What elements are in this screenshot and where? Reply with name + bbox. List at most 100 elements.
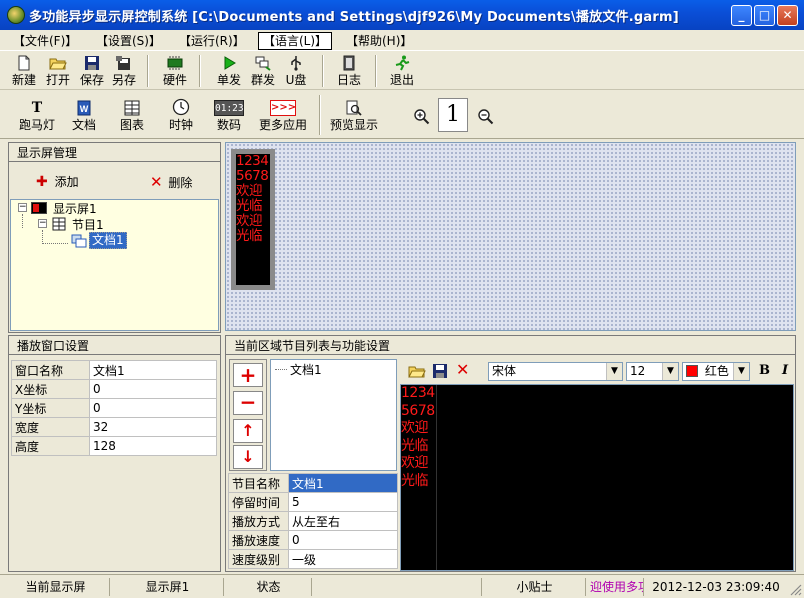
app-icon[interactable] (7, 6, 25, 24)
clock-button[interactable]: 时钟 (164, 98, 198, 133)
minimize-button[interactable]: _ (731, 5, 752, 26)
exit-running-icon (395, 55, 410, 71)
add-program-button[interactable]: + (233, 363, 263, 387)
hardware-button[interactable]: 硬件 (158, 55, 192, 88)
toolbar-separator (375, 55, 377, 87)
usb-button[interactable]: U盘 (281, 55, 311, 88)
single-send-button[interactable]: 单发 (213, 55, 245, 88)
menu-run[interactable]: 【运行(R)】 (175, 32, 249, 50)
more-apps-button[interactable]: >>> 更多应用 (255, 100, 311, 133)
document-button[interactable]: W 文档 (68, 100, 100, 133)
color-swatch (686, 365, 698, 377)
save-button[interactable]: 保存 (76, 55, 108, 88)
move-up-button[interactable]: ↑ (233, 419, 263, 443)
tree-line (42, 243, 68, 244)
zoom-in-icon[interactable] (413, 108, 431, 126)
open-button[interactable]: 打开 (42, 55, 74, 88)
status-label: 状态 (226, 578, 312, 596)
group-send-icon (255, 56, 271, 71)
play-mode-field[interactable]: 从左至右 (288, 511, 398, 531)
stay-time-field[interactable]: 5 (288, 492, 398, 512)
program-props-table: 节目名称 文档1 停留时间 5 播放方式 从左至右 播放速度 0 速度级别 一级 (228, 473, 398, 569)
font-select[interactable]: 宋体 ▼ (488, 362, 623, 381)
saveas-label: 另存 (111, 73, 136, 87)
table-row: 窗口名称 文档1 (11, 360, 217, 380)
minus-icon: − (239, 390, 257, 414)
save-disk-icon (85, 56, 99, 70)
log-label: 日志 (336, 73, 361, 87)
title-bar[interactable]: 多功能异步显示屏控制系统 [C:\Documents and Settings\… (0, 0, 804, 30)
move-down-button[interactable]: ↓ (233, 445, 263, 469)
chevron-down-icon: ▼ (733, 363, 749, 380)
preview-line: 欢迎 (236, 213, 263, 229)
speed-level-field[interactable]: 一级 (288, 549, 398, 569)
table-row: 高度 128 (11, 436, 217, 456)
resize-grip-icon[interactable] (789, 583, 802, 596)
italic-button[interactable]: I (782, 363, 788, 378)
tree-collapse-toggle[interactable]: − (38, 219, 47, 228)
saveas-button[interactable]: 另存 (108, 55, 140, 88)
open-folder-icon (49, 58, 67, 70)
program-table-icon (52, 217, 66, 231)
play-speed-field[interactable]: 0 (288, 530, 398, 550)
program-list-header: 当前区域节目列表与功能设置 (225, 335, 796, 355)
window-name-field[interactable]: 文档1 (89, 360, 217, 380)
tree-program-label[interactable]: 节目1 (72, 216, 104, 233)
screen-tree[interactable]: − 显示屏1 − 节目1 文档1 (10, 199, 219, 331)
prop-key: 停留时间 (228, 492, 289, 512)
marquee-button[interactable]: T 跑马灯 (14, 100, 60, 133)
preview-line: 光临 (236, 228, 263, 244)
x-coord-field[interactable]: 0 (89, 379, 217, 399)
main-toolbar: 新建 打开 保存 另存 硬件 单发 群发 U盘 日志 退出 (0, 52, 804, 90)
menu-language[interactable]: 【语言(L)】 (258, 32, 333, 50)
exit-label: 退出 (389, 73, 414, 87)
digital-clock-icon: 01:23 (214, 100, 244, 116)
chevron-down-icon: ▼ (662, 363, 678, 380)
remove-program-button[interactable]: − (233, 391, 263, 415)
group-send-button[interactable]: 群发 (247, 55, 279, 88)
log-button[interactable]: 日志 (333, 55, 365, 88)
toolbar-separator (147, 55, 149, 87)
prop-key: 速度级别 (228, 549, 289, 569)
menu-settings[interactable]: 【设置(S)】 (92, 32, 165, 50)
text-t-icon: T (31, 100, 43, 116)
preview-button[interactable]: 预览显示 (326, 100, 382, 133)
led-screen-display[interactable]: 1234 5678 欢迎 光临 欢迎 光临 (236, 154, 270, 285)
text-editor-canvas[interactable]: 1234 5678 欢迎 光临 欢迎 光临 (400, 384, 794, 571)
delete-screen-button[interactable]: ✕ 删除 (150, 173, 192, 191)
open-folder-icon[interactable] (408, 363, 426, 379)
save-disk-icon[interactable] (432, 363, 448, 379)
color-select[interactable]: 红色 ▼ (682, 362, 750, 381)
new-button[interactable]: 新建 (8, 55, 40, 88)
tree-screen-label[interactable]: 显示屏1 (53, 200, 97, 217)
chart-button[interactable]: 图表 (116, 100, 148, 133)
bold-button[interactable]: B (759, 363, 770, 378)
program-name-field[interactable]: 文档1 (288, 473, 398, 493)
toolbar-separator (322, 55, 324, 87)
menu-bar: 【文件(F)】 【设置(S)】 【运行(R)】 【语言(L)】 【帮助(H)】 (0, 30, 804, 51)
program-list-box[interactable]: 文档1 (270, 359, 397, 471)
width-field[interactable]: 32 (89, 417, 217, 437)
y-coord-field[interactable]: 0 (89, 398, 217, 418)
menu-file[interactable]: 【文件(F)】 (9, 32, 81, 50)
digital-button[interactable]: 01:23 数码 (212, 100, 246, 133)
maximize-button[interactable]: □ (754, 5, 775, 26)
tree-collapse-toggle[interactable]: − (18, 203, 27, 212)
delete-x-icon: ✕ (150, 173, 163, 191)
screen-preview-canvas[interactable] (225, 142, 796, 331)
tree-doc-label-selected[interactable]: 文档1 (89, 232, 127, 249)
zoom-out-icon[interactable] (477, 108, 495, 126)
size-select[interactable]: 12 ▼ (626, 362, 679, 381)
height-field[interactable]: 128 (89, 436, 217, 456)
list-item[interactable]: 文档1 (290, 361, 322, 378)
delete-x-icon[interactable]: ✕ (456, 360, 469, 379)
menu-help[interactable]: 【帮助(H)】 (342, 32, 416, 50)
close-button[interactable]: ✕ (777, 5, 798, 26)
window-settings-table: 窗口名称 文档1 X坐标 0 Y坐标 0 宽度 32 高度 128 (11, 360, 217, 456)
datetime: 2012-12-03 23:09:40 (652, 580, 780, 594)
window-title: 多功能异步显示屏控制系统 [C:\Documents and Settings\… (29, 10, 679, 25)
single-send-label: 单发 (216, 73, 241, 87)
add-screen-button[interactable]: ✚ 添加 (36, 173, 79, 191)
exit-button[interactable]: 退出 (386, 55, 418, 88)
tree-line (42, 230, 43, 244)
